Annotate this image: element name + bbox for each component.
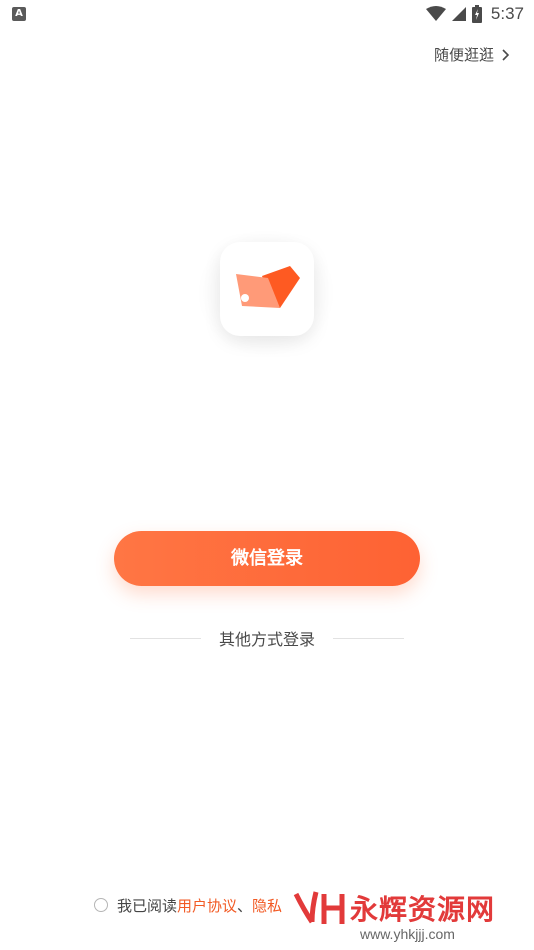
wifi-icon	[425, 6, 446, 21]
chevron-right-icon	[502, 48, 510, 61]
watermark: 永辉资源网 www.yhkjjj.com	[290, 888, 530, 948]
notification-icon: A	[12, 7, 26, 21]
divider-right	[333, 637, 405, 639]
agreement-prefix: 我已阅读	[117, 896, 178, 915]
other-methods-button[interactable]: 其他方式登录	[201, 626, 333, 650]
wechat-login-button[interactable]: 微信登录	[114, 531, 420, 586]
watermark-brand: 永辉资源网	[350, 893, 496, 926]
watermark-logo	[293, 891, 345, 924]
divider-left	[130, 637, 201, 639]
app-logo	[220, 242, 314, 336]
watermark-url: www.yhkjjj.com	[360, 926, 455, 942]
cell-signal-icon	[451, 7, 466, 21]
browse-label: 随便逛逛	[433, 46, 494, 64]
battery-icon	[471, 5, 482, 23]
user-agreement-link[interactable]: 用户协议	[177, 895, 237, 916]
status-bar: A 5:37	[0, 0, 534, 28]
agreement-checkbox[interactable]	[94, 898, 108, 912]
agreement-separator: 、	[237, 896, 253, 915]
agreement-row: 我已阅读 用户协议 、 隐私	[94, 893, 282, 917]
status-indicators: 5:37	[425, 4, 524, 24]
privacy-policy-link[interactable]: 隐私	[252, 895, 282, 916]
book-logo-icon	[236, 266, 300, 308]
browse-link[interactable]: 随便逛逛	[434, 44, 512, 65]
clock: 5:37	[490, 4, 524, 23]
other-methods-row: 其他方式登录	[130, 626, 405, 650]
